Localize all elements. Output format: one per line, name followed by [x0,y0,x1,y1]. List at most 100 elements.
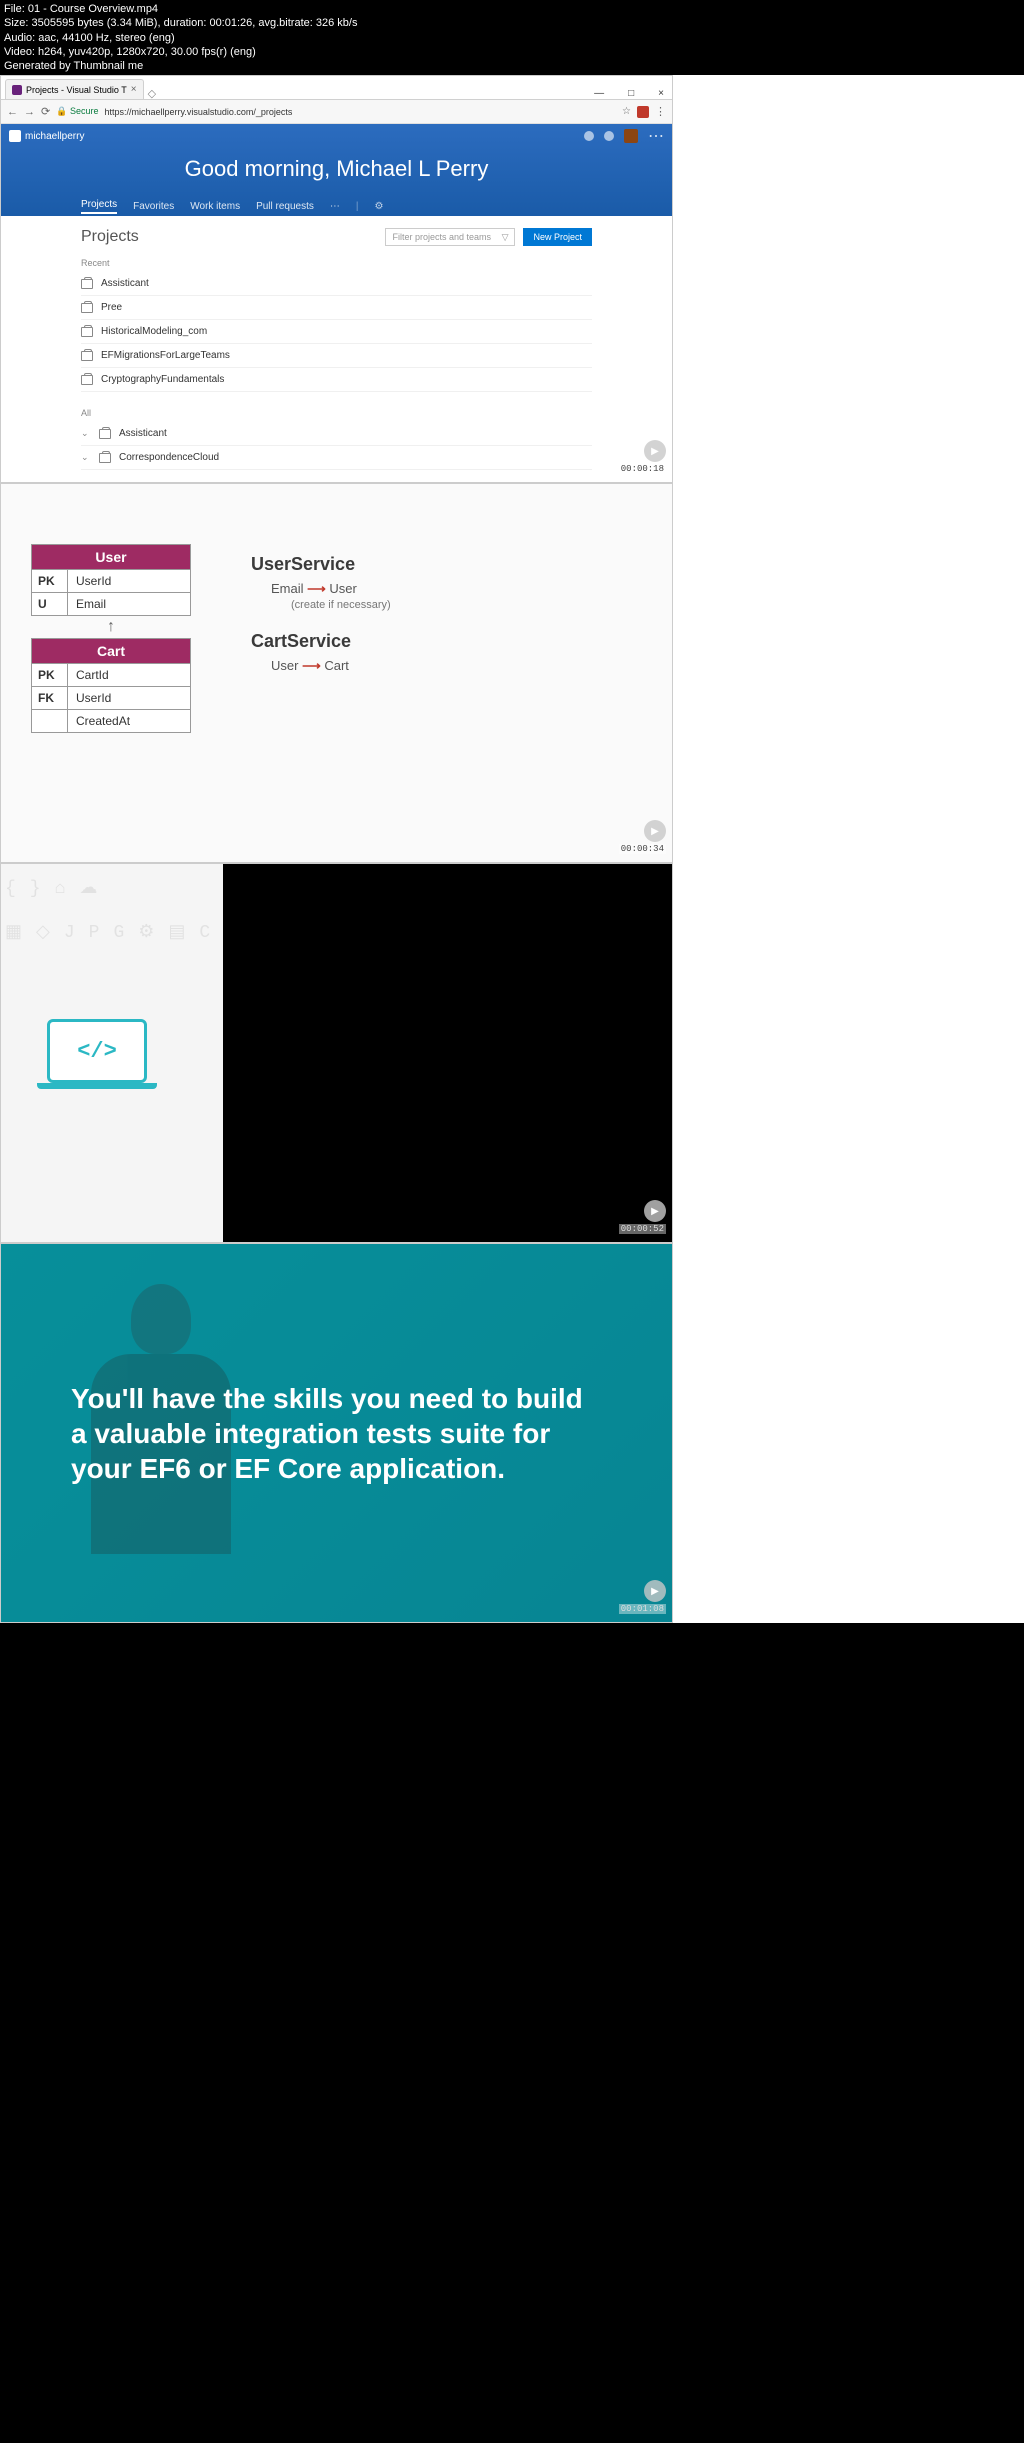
nav-more[interactable]: ⋯ [330,201,340,212]
window-controls: — □ × [594,88,672,99]
vsts-top-actions: ⋯ [584,126,664,146]
key-type: PK [32,570,68,592]
project-item[interactable]: EFMigrationsForLargeTeams [81,344,592,368]
notification-icon[interactable] [604,131,614,141]
back-button[interactable]: ← [7,106,18,118]
maximize-button[interactable]: □ [628,88,634,99]
video-metadata: File: 01 - Course Overview.mp4 Size: 350… [0,0,1024,75]
close-button[interactable]: × [658,88,664,99]
chevron-down-icon[interactable]: ⌄ [81,428,91,439]
project-name: EFMigrationsForLargeTeams [101,350,230,361]
nav-projects[interactable]: Projects [81,199,117,214]
grid-icon[interactable] [584,131,594,141]
project-icon [81,351,93,361]
project-item[interactable]: ⌄CorrespondenceCloud [81,446,592,470]
meta-generated: Generated by Thumbnail me [4,59,1020,73]
vsts-nav: Projects Favorites Work items Pull reque… [1,199,463,214]
thumbnail-1: Projects - Visual Studio T × ◇ — □ × ← →… [0,75,673,483]
table-header: Cart [32,639,190,663]
play-button[interactable]: ▶ [644,1200,666,1222]
play-button[interactable]: ▶ [644,1580,666,1602]
menu-icon[interactable]: ⋮ [655,105,666,118]
trailing-area [0,1623,1024,2443]
filter-placeholder: Filter projects and teams [392,232,491,242]
slide-left-pane: {}⌂☁▦◇JPG⚙▤CSS</>HTML▦EXE◇⌂{} </> [1,864,223,1242]
project-icon [99,453,111,463]
nav-work-items[interactable]: Work items [190,201,240,212]
url-field[interactable]: https://michaellperry.visualstudio.com/_… [104,107,616,117]
nav-separator: | [356,201,359,212]
new-tab-button[interactable]: ◇ [148,87,160,99]
thumbnail-2: User PKUserId UEmail ↑ Cart PKCartId FKU… [0,483,673,863]
project-item[interactable]: HistoricalModeling_com [81,320,592,344]
slide-right-pane [223,864,672,1242]
projects-title: Projects [81,228,139,246]
project-name: Assisticant [101,278,149,289]
project-icon [81,279,93,289]
play-overlay: ▶ 00:00:18 [619,440,666,474]
nav-pull-requests[interactable]: Pull requests [256,201,314,212]
key-type [32,710,68,732]
minimize-button[interactable]: — [594,88,604,99]
meta-size: Size: 3505595 bytes (3.34 MiB), duration… [4,16,1020,30]
extension-badge[interactable] [637,106,649,118]
section-all: All [81,408,592,418]
bookmark-icon[interactable]: ☆ [622,106,631,117]
play-button[interactable]: ▶ [644,440,666,462]
project-item[interactable]: CryptographyFundamentals [81,368,592,392]
meta-file: File: 01 - Course Overview.mp4 [4,2,1020,16]
chevron-down-icon[interactable]: ⌄ [81,452,91,463]
timestamp: 00:01:08 [619,1604,666,1614]
secure-badge: 🔒 Secure [56,106,98,117]
code-symbol: </> [47,1019,147,1083]
thumbnail-4: You'll have the skills you need to build… [0,1243,673,1623]
service-mapping: User ⟶ Cart [271,658,391,674]
play-overlay: ▶ 00:01:08 [619,1580,666,1614]
more-icon[interactable]: ⋯ [648,126,664,146]
browser-tab[interactable]: Projects - Visual Studio T × [5,79,144,99]
project-item[interactable]: Pree [81,296,592,320]
avatar[interactable] [624,129,638,143]
service-note: (create if necessary) [291,599,391,611]
table-header: User [32,545,190,569]
vsts-body: Projects Filter projects and teams ▽ New… [1,216,672,482]
column-name: UserId [68,570,190,592]
filter-icon: ▽ [502,232,509,243]
vsts-logo[interactable]: michaellperry [9,130,84,142]
project-name: CryptographyFundamentals [101,374,224,385]
tab-favicon [12,85,22,95]
column-name: UserId [68,687,190,709]
arrow-icon: ⟶ [307,581,326,596]
play-overlay: ▶ 00:00:34 [619,820,666,854]
relation-arrow: ↑ [31,618,191,636]
arrow-icon: ⟶ [302,658,321,673]
meta-video: Video: h264, yuv420p, 1280x720, 30.00 fp… [4,45,1020,59]
timestamp: 00:00:34 [619,844,666,854]
service-title: CartService [251,631,391,652]
filter-input[interactable]: Filter projects and teams ▽ [385,228,515,246]
play-button[interactable]: ▶ [644,820,666,842]
project-icon [99,429,111,439]
project-item[interactable]: Assisticant [81,272,592,296]
service-title: UserService [251,554,391,575]
browser-address-bar: ← → ⟳ 🔒 Secure https://michaellperry.vis… [1,100,672,124]
nav-favorites[interactable]: Favorites [133,201,174,212]
key-type: FK [32,687,68,709]
column-name: Email [68,593,190,615]
close-icon[interactable]: × [131,84,137,95]
project-item[interactable]: ⌄ Assisticant [81,422,592,446]
forward-button[interactable]: → [24,106,35,118]
org-name: michaellperry [25,131,84,142]
vs-icon [9,130,21,142]
reload-button[interactable]: ⟳ [41,105,50,118]
slide-text: You'll have the skills you need to build… [71,1381,602,1486]
user-table: User PKUserId UEmail [31,544,191,616]
new-project-button[interactable]: New Project [523,228,592,246]
cart-table: Cart PKCartId FKUserId CreatedAt [31,638,191,733]
timestamp: 00:00:52 [619,1224,666,1234]
projects-header: Projects Filter projects and teams ▽ New… [81,228,592,246]
er-diagram: User PKUserId UEmail ↑ Cart PKCartId FKU… [31,544,191,802]
project-name: Assisticant [119,428,167,439]
gear-icon[interactable]: ⚙ [375,201,384,212]
vsts-topbar: michaellperry ⋯ [1,124,672,148]
